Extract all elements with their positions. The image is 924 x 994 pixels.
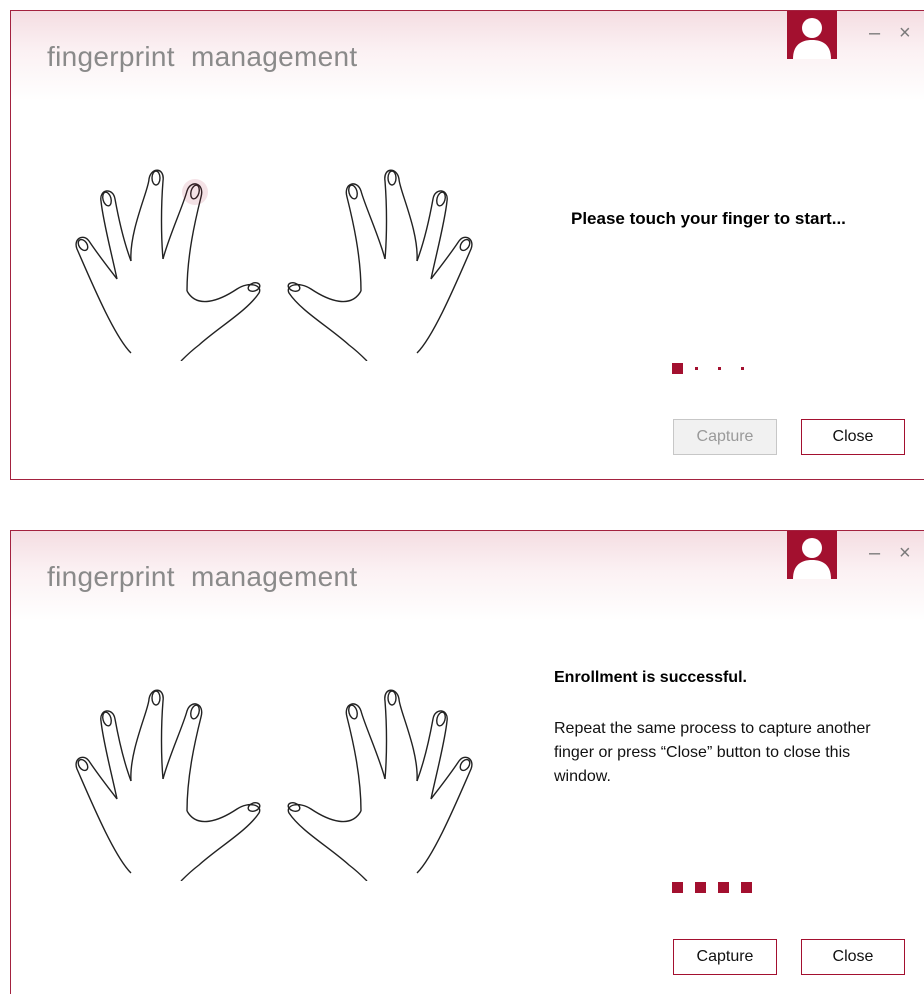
right-hand-icon	[287, 689, 473, 882]
left-hand-icon	[75, 689, 261, 882]
fingerprint-window-start: fingerprint management – × Please touch …	[10, 10, 924, 480]
minimize-icon[interactable]: –	[869, 543, 880, 563]
progress-indicator	[672, 363, 764, 374]
app-title: fingerprint management	[47, 41, 358, 72]
progress-step-filled	[672, 363, 683, 374]
close-button[interactable]: Close	[801, 419, 905, 455]
right-hand-icon	[287, 169, 473, 362]
hands-outline-icon	[59, 681, 489, 882]
left-hand-icon	[75, 169, 261, 362]
progress-step-filled	[741, 882, 752, 893]
hands-outline-icon	[59, 161, 489, 362]
user-avatar-icon[interactable]	[787, 531, 837, 579]
progress-step-empty	[695, 367, 698, 370]
progress-step-empty	[741, 367, 744, 370]
capture-button[interactable]: Capture	[673, 419, 777, 455]
capture-button[interactable]: Capture	[673, 939, 777, 975]
status-message: Enrollment is successful.	[554, 669, 747, 686]
app-title: fingerprint management	[47, 561, 358, 592]
progress-step-filled	[718, 882, 729, 893]
instruction-text: Repeat the same process to capture anoth…	[554, 720, 871, 785]
progress-step-empty	[718, 367, 721, 370]
progress-indicator	[672, 882, 764, 893]
progress-step-filled	[672, 882, 683, 893]
window-close-icon[interactable]: ×	[899, 543, 911, 563]
progress-step-filled	[695, 882, 706, 893]
status-message: Please touch your finger to start...	[571, 209, 846, 228]
finger-highlight-icon	[182, 179, 208, 205]
window-close-icon[interactable]: ×	[899, 23, 911, 43]
fingerprint-window-success: fingerprint management – × Enrollment is…	[10, 530, 924, 994]
close-button[interactable]: Close	[801, 939, 905, 975]
minimize-icon[interactable]: –	[869, 23, 880, 43]
user-avatar-icon[interactable]	[787, 11, 837, 59]
